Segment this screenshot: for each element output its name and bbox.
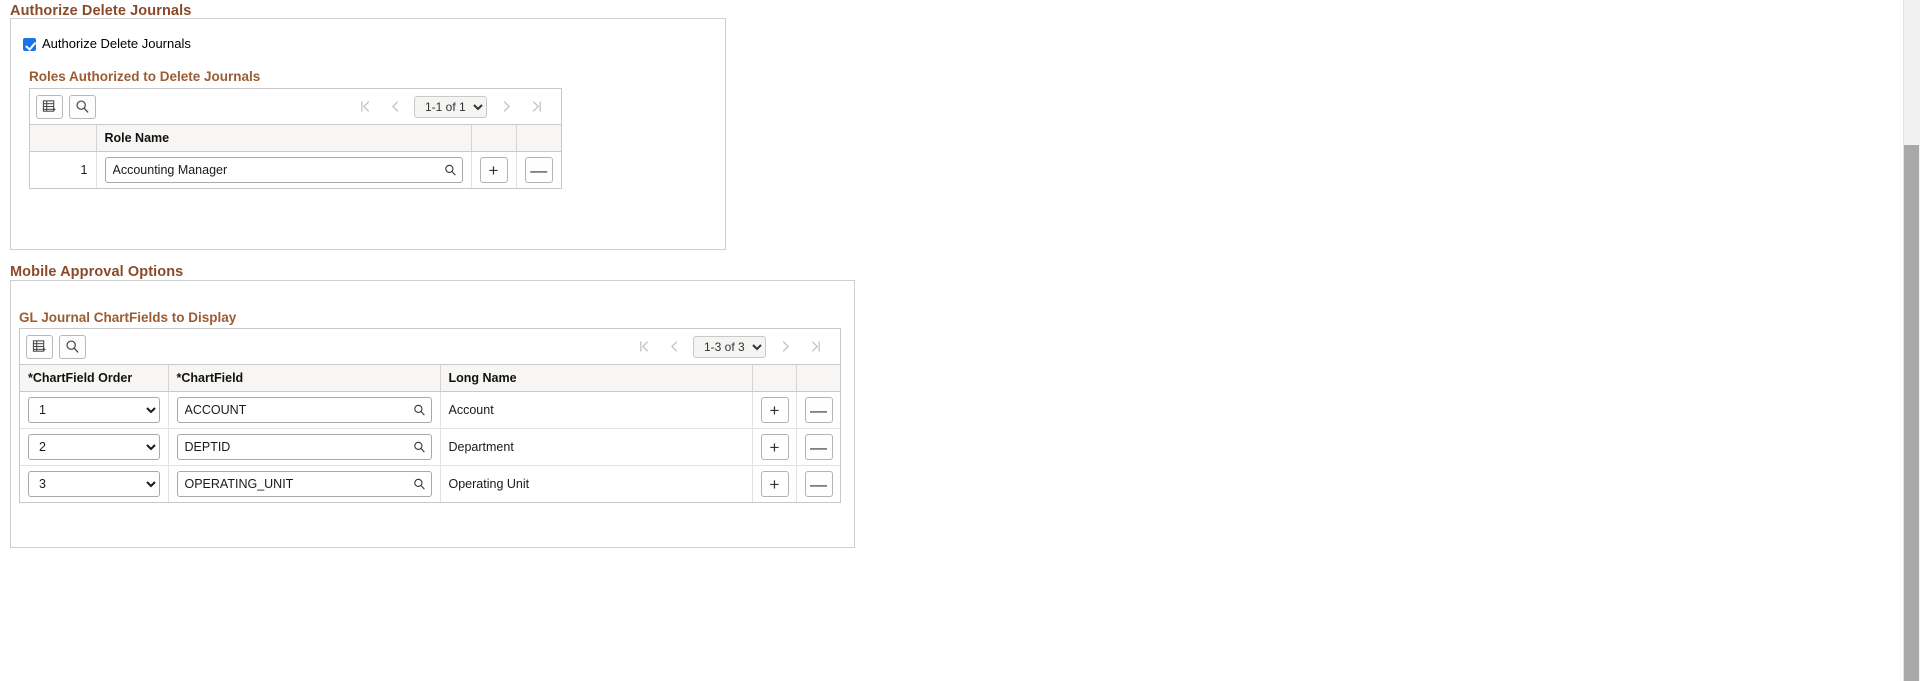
magnifier-icon[interactable]	[413, 404, 426, 417]
roles-authorized-grid: 1-1 of 1 Role Name 1 Accounting Manager …	[29, 88, 562, 189]
mobile-approval-options-section-title: Mobile Approval Options	[10, 264, 184, 280]
chartfield-add-cell: +	[752, 391, 797, 429]
chartfields-col-long-name: Long Name	[440, 365, 753, 392]
roles-grid-pager: 1-1 of 1	[350, 94, 555, 120]
roles-grid-range-select[interactable]: 1-1 of 1	[414, 95, 487, 118]
chartfield-long-name: Operating Unit	[440, 465, 753, 502]
remove-row-button[interactable]: —	[804, 434, 833, 460]
remove-row-button[interactable]: —	[524, 157, 553, 183]
chartfield-lookup	[176, 471, 432, 497]
chartfield-value-cell	[168, 391, 441, 429]
previous-page-icon[interactable]	[380, 94, 410, 120]
chartfield-order-cell: 123	[20, 465, 169, 502]
chartfields-grid-body: 123 Account + — 123 Department + — 123 Operating …	[20, 391, 840, 502]
roles-grid-toolbar: 1-1 of 1	[30, 89, 561, 125]
vertical-scrollbar[interactable]	[1903, 0, 1920, 681]
roles-grid-table: Role Name 1 Accounting Manager + —	[30, 125, 561, 188]
next-page-icon[interactable]	[770, 334, 800, 360]
remove-row-button[interactable]: —	[804, 471, 833, 497]
last-page-icon[interactable]	[800, 334, 830, 360]
authorize-delete-journals-checkbox-row[interactable]: Authorize Delete Journals	[23, 36, 191, 52]
grid-personalize-icon[interactable]	[36, 94, 63, 119]
add-row-button[interactable]: +	[760, 397, 789, 423]
chartfield-remove-cell: —	[796, 465, 840, 502]
chartfield-input[interactable]	[176, 471, 432, 497]
search-icon[interactable]	[59, 334, 86, 359]
chartfield-order-select[interactable]: 123	[28, 397, 160, 423]
roles-col-add	[471, 125, 517, 152]
chartfield-lookup	[176, 434, 432, 460]
role-name-lookup	[104, 157, 463, 183]
first-page-icon[interactable]	[350, 94, 380, 120]
gl-journal-chartfields-subgroup-title: GL Journal ChartFields to Display	[19, 310, 237, 325]
chartfields-grid-header-row: *ChartField Order *ChartField Long Name	[20, 365, 840, 392]
magnifier-icon[interactable]	[413, 441, 426, 454]
chartfields-grid-table: *ChartField Order *ChartField Long Name …	[20, 365, 840, 502]
last-page-icon[interactable]	[521, 94, 551, 120]
vertical-scrollbar-thumb[interactable]	[1904, 145, 1919, 681]
chartfield-remove-cell: —	[796, 391, 840, 429]
chartfield-long-name: Department	[440, 428, 753, 466]
chartfields-grid-toolbar: 1-3 of 3	[20, 329, 840, 365]
role-name-input[interactable]	[104, 157, 463, 183]
chartfield-input[interactable]	[176, 397, 432, 423]
chartfield-input[interactable]	[176, 434, 432, 460]
add-row-button[interactable]: +	[479, 157, 508, 183]
chartfield-add-cell: +	[752, 465, 797, 502]
roles-row-remove-cell: —	[516, 151, 561, 188]
page-root: Authorize Delete Journals Authorize Dele…	[0, 0, 1920, 681]
grid-personalize-icon[interactable]	[26, 334, 53, 359]
chartfield-order-cell: 123	[20, 391, 169, 429]
chartfields-col-order: *ChartField Order	[20, 365, 169, 392]
chartfield-add-cell: +	[752, 428, 797, 466]
chartfield-remove-cell: —	[796, 428, 840, 466]
roles-row-role-name-cell	[96, 151, 472, 188]
chartfield-long-name: Account	[440, 391, 753, 429]
chartfields-col-chartfield: *ChartField	[168, 365, 441, 392]
roles-col-rownum	[30, 125, 97, 152]
chartfields-grid-range-select[interactable]: 1-3 of 3	[693, 335, 766, 358]
chartfield-lookup	[176, 397, 432, 423]
chartfields-grid-pager: 1-3 of 3	[629, 334, 834, 360]
roles-authorized-subgroup-title: Roles Authorized to Delete Journals	[29, 69, 261, 84]
authorize-delete-journals-checkbox-label: Authorize Delete Journals	[42, 36, 191, 51]
roles-row-number: 1	[30, 151, 97, 188]
chartfield-order-cell: 123	[20, 428, 169, 466]
next-page-icon[interactable]	[491, 94, 521, 120]
remove-row-button[interactable]: —	[804, 397, 833, 423]
roles-col-remove	[516, 125, 561, 152]
chartfield-order-select[interactable]: 123	[28, 434, 160, 460]
add-row-button[interactable]: +	[760, 434, 789, 460]
search-icon[interactable]	[69, 94, 96, 119]
chartfields-col-add	[752, 365, 797, 392]
add-row-button[interactable]: +	[760, 471, 789, 497]
table-row: 123 Operating Unit + —	[20, 465, 840, 502]
chartfield-value-cell	[168, 428, 441, 466]
chartfield-order-select[interactable]: 123	[28, 471, 160, 497]
roles-row-add-cell: +	[471, 151, 517, 188]
table-row: 1 +	[30, 151, 561, 188]
gl-journal-chartfields-grid: 1-3 of 3 *ChartField Order *ChartField L…	[19, 328, 841, 503]
authorize-delete-journals-checkbox[interactable]	[23, 37, 36, 51]
roles-col-role-name: Role Name	[96, 125, 472, 152]
magnifier-icon[interactable]	[444, 164, 457, 177]
chartfield-value-cell	[168, 465, 441, 502]
first-page-icon[interactable]	[629, 334, 659, 360]
chartfields-col-remove	[796, 365, 840, 392]
magnifier-icon[interactable]	[413, 478, 426, 491]
roles-grid-header-row: Role Name	[30, 125, 561, 152]
table-row: 123 Department + —	[20, 428, 840, 466]
table-row: 123 Account + —	[20, 391, 840, 429]
previous-page-icon[interactable]	[659, 334, 689, 360]
